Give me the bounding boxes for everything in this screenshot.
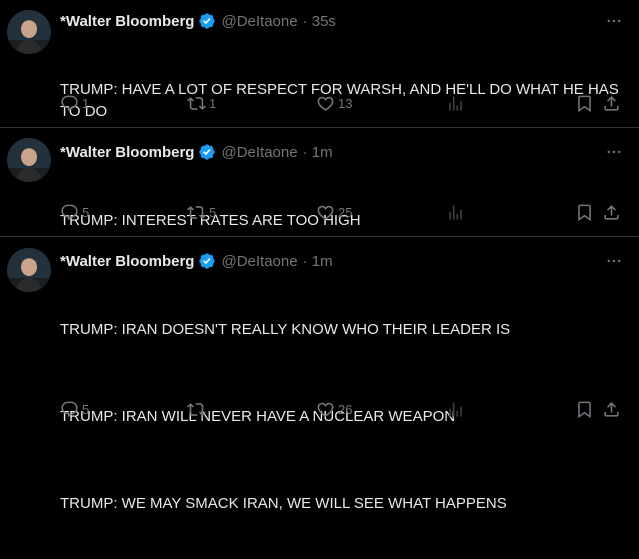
timestamp[interactable]: · 1m (303, 144, 333, 161)
like-icon (317, 205, 334, 220)
like-button[interactable]: 13 (316, 92, 352, 114)
author-name[interactable]: *Walter Bloomberg (60, 144, 194, 161)
reply-button[interactable]: 1 (60, 92, 89, 114)
repost-count: 1 (209, 95, 217, 111)
author-name[interactable]: *Walter Bloomberg (60, 253, 194, 270)
tweet[interactable]: *Walter Bloomberg @DeItaone · 1m TRUMP: … (0, 237, 639, 512)
like-icon (317, 96, 334, 111)
repost-count: 5 (209, 204, 217, 220)
repost-button[interactable]: 1 (187, 92, 216, 114)
reply-button[interactable]: 5 (60, 398, 89, 420)
more-icon[interactable] (603, 251, 625, 271)
more-icon[interactable] (603, 11, 625, 31)
like-button[interactable]: 26 (316, 398, 352, 420)
repost-icon (187, 205, 206, 219)
bookmark-icon (578, 204, 591, 221)
bookmark-icon (578, 401, 591, 418)
repost-button[interactable] (187, 398, 209, 420)
repost-icon (187, 96, 206, 110)
avatar[interactable] (7, 10, 51, 54)
like-button[interactable]: 25 (316, 201, 352, 223)
reply-count: 1 (82, 95, 90, 111)
more-icon[interactable] (603, 142, 625, 162)
share-icon (604, 204, 619, 220)
author-handle[interactable]: @DeItaone (221, 13, 297, 30)
share-icon (604, 95, 619, 111)
tweet-header: *Walter Bloomberg @DeItaone · 35s (60, 11, 336, 31)
views-icon (449, 204, 462, 220)
tweet[interactable]: *Walter Bloomberg @DeItaone · 1m TRUMP: … (0, 128, 639, 237)
verified-badge-icon (198, 252, 216, 270)
bookmark-button[interactable] (575, 92, 594, 114)
share-button[interactable] (602, 201, 621, 223)
tweet-line: TRUMP: IRAN DOESN'T REALLY KNOW WHO THEI… (60, 321, 511, 338)
reply-button[interactable]: 5 (60, 201, 89, 223)
tweet-header: *Walter Bloomberg @DeItaone · 1m (60, 142, 333, 162)
bookmark-button[interactable] (575, 398, 594, 420)
share-button[interactable] (602, 398, 621, 420)
timestamp[interactable]: · 35s (303, 13, 336, 30)
action-bar: 5 5 25 (60, 201, 633, 223)
avatar[interactable] (7, 138, 51, 182)
author-handle[interactable]: @DeItaone (221, 144, 297, 161)
author-name[interactable]: *Walter Bloomberg (60, 13, 194, 30)
repost-button[interactable]: 5 (187, 201, 216, 223)
views-icon (449, 95, 462, 111)
reply-icon (61, 401, 78, 417)
timestamp[interactable]: · 1m (303, 253, 333, 270)
views-icon (449, 401, 462, 417)
like-count: 26 (338, 401, 353, 417)
reply-count: 5 (82, 204, 90, 220)
reply-icon (61, 95, 78, 111)
tweet-line: TRUMP: WE MAY SMACK IRAN, WE WILL SEE WH… (60, 495, 507, 512)
like-count: 25 (338, 204, 353, 220)
repost-icon (187, 402, 206, 416)
reply-icon (61, 204, 78, 220)
bookmark-button[interactable] (575, 201, 594, 223)
like-icon (317, 402, 334, 417)
author-handle[interactable]: @DeItaone (221, 253, 297, 270)
verified-badge-icon (198, 143, 216, 161)
avatar[interactable] (7, 248, 51, 292)
share-button[interactable] (602, 92, 621, 114)
like-count: 13 (338, 95, 353, 111)
tweet-header: *Walter Bloomberg @DeItaone · 1m (60, 251, 333, 271)
views-button[interactable] (446, 201, 468, 223)
views-button[interactable] (446, 398, 468, 420)
action-bar: 1 1 13 (60, 92, 633, 114)
bookmark-icon (578, 95, 591, 112)
tweet[interactable]: *Walter Bloomberg @DeItaone · 35s TRUMP:… (0, 0, 639, 128)
views-button[interactable] (446, 92, 468, 114)
action-bar: 5 26 (60, 398, 633, 420)
verified-badge-icon (198, 12, 216, 30)
share-icon (604, 401, 619, 417)
reply-count: 5 (82, 401, 90, 417)
